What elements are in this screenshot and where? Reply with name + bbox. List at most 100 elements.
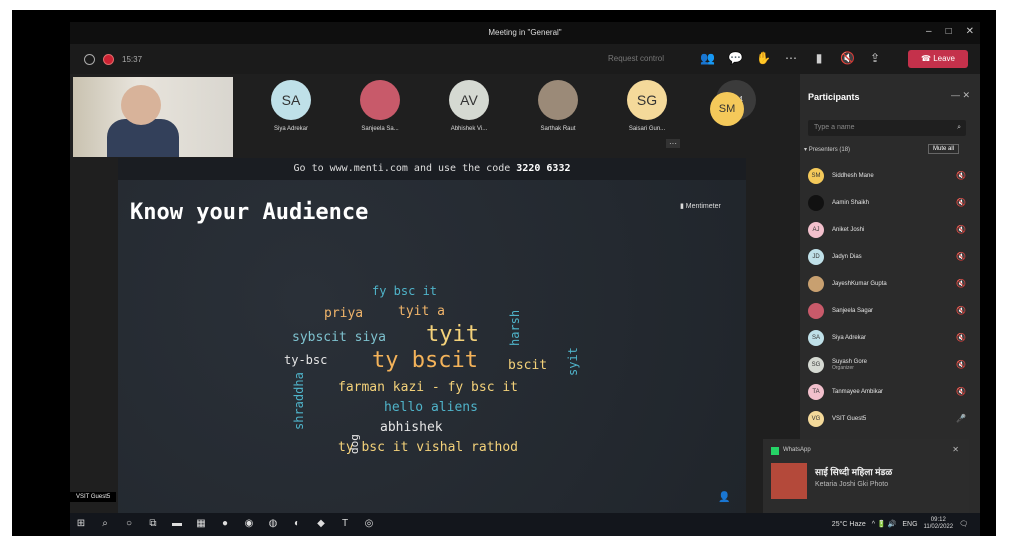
participant-row-text: Tanmayee Ambikar [832,389,883,395]
word-cloud-word: hello aliens [384,400,478,415]
participant-row-name: Suyash Gore [832,358,868,365]
title-bar: Meeting in "General" – □ ✕ [70,22,980,44]
mic-icon[interactable]: 🔇 [956,279,966,288]
toast-title: साई सिध्दी महिला मंडळ [815,467,893,477]
mic-icon[interactable]: 🔇 [956,387,966,396]
tray-icons[interactable]: ^ 🔋 🔊 [872,520,897,528]
more-options-icon[interactable]: ⋯ [784,51,798,65]
word-cloud-word: farman kazi - fy bsc it [338,380,519,395]
brand-label: Mentimeter [685,203,721,210]
raise-hand-icon[interactable]: ✋ [756,51,771,65]
presenters-label: Presenters (18) [808,147,851,153]
word-cloud-word: tyit [426,322,479,347]
mic-off-icon[interactable]: 🔇 [840,51,855,65]
clock[interactable]: 09:12 11/02/2022 [924,517,954,531]
participant-avatar [538,80,578,120]
participant-row-avatar: SM [808,167,824,184]
participant-tile[interactable]: SA Siya Adrekar [255,80,327,132]
app-icon-3[interactable]: ◎ [362,517,376,531]
close-icon[interactable]: ✕ [966,26,974,37]
participant-row[interactable]: JayeshKumar Gupta 🔇 [808,270,974,297]
participant-row[interactable]: SA Siya Adrekar 🔇 [808,324,974,351]
mic-icon[interactable]: 🎤 [956,414,966,423]
participant-row[interactable]: TA Tanmayee Ambikar 🔇 [808,378,974,405]
word-cloud-word: ty bsc it vishal rathod [338,440,519,455]
strip-more-icon[interactable]: ··· [666,139,680,148]
camera-off-icon[interactable]: ▮ [812,51,826,65]
participant-tile[interactable]: Sarthak Raut [522,80,594,132]
store-icon[interactable]: ▦ [194,517,208,531]
participant-row[interactable]: JD Jadyn Dias 🔇 [808,243,974,270]
people-icon[interactable]: 👥 [700,51,715,65]
leave-button[interactable]: ☎ Leave [908,50,968,68]
whatsapp-notification[interactable]: WhatsApp ✕ साई सिध्दी महिला मंडळ Ketaria… [763,439,969,513]
participant-row-name: Tanmayee Ambikar [832,388,884,395]
teams-icon[interactable]: T [338,517,352,531]
teams-window: Meeting in "General" – □ ✕ 15:37 Request… [70,22,980,513]
weather-text[interactable]: 25°C Haze [832,521,866,528]
notification-icon[interactable]: 🗨 [959,520,968,528]
word-cloud-word: dog [348,434,361,454]
start-icon[interactable]: ⊞ [74,517,88,531]
task-view-icon[interactable]: ⧉ [146,517,160,531]
whatsapp-icon [771,447,779,455]
mic-icon[interactable]: 🔇 [956,225,966,234]
participant-row-text: VSIT Guest5 [832,416,866,422]
share-icon[interactable]: ⇪ [868,51,882,65]
presenter-video[interactable] [73,77,233,157]
word-cloud-word: harsh [508,309,522,346]
shared-presentation: Go to www.menti.com and use the code 322… [118,158,746,513]
explorer-icon[interactable]: ▬ [170,517,184,531]
mic-icon[interactable]: 🔇 [956,198,966,207]
participant-name: Sanjeela Sa... [361,126,399,132]
participant-tile[interactable]: Sanjeela Sa... [344,80,416,132]
participant-search-input[interactable]: Type a name ⌕ [808,120,966,136]
language[interactable]: ENG [902,521,917,528]
participant-row-name: VSIT Guest5 [832,415,867,422]
edge-icon[interactable]: ◐ [290,517,304,531]
participant-row[interactable]: AJ Aniket Joshi 🔇 [808,216,974,243]
participant-row-name: Jadyn Dias [832,253,862,260]
participant-row[interactable]: VG VSIT Guest5 🎤 [808,405,974,432]
minimize-icon[interactable]: – [926,26,932,37]
toast-close-icon[interactable]: ✕ [952,445,959,454]
participant-row-avatar [808,275,824,292]
participant-row-name: Siya Adrekar [832,334,867,341]
spotlight-avatar[interactable]: SM [710,92,744,126]
mic-icon[interactable]: 🔇 [956,360,966,369]
participant-row-role: Organizer [832,364,854,371]
app-icon-2[interactable]: ◆ [314,517,328,531]
participant-row[interactable]: Aamin Shaikh 🔇 [808,189,974,216]
chat-icon[interactable]: 💬 [728,51,743,65]
participant-row-name: Aamin Shaikh [832,199,870,206]
mute-all-button[interactable]: Mute all [928,144,960,154]
maximize-icon[interactable]: □ [946,26,952,37]
participant-row[interactable]: Sanjeela Sagar 🔇 [808,297,974,324]
presenters-header[interactable]: ▾ Presenters (18) [804,146,850,153]
request-control-button[interactable]: Request control [608,54,664,63]
mic-icon[interactable]: 🔇 [956,252,966,261]
participant-row-avatar [808,194,824,211]
participant-row-text: Siya Adrekar [832,335,866,341]
participant-row-name: Siddhesh Mane [832,172,874,179]
word-cloud-word: syit [566,347,580,376]
mic-icon[interactable]: 🔇 [956,306,966,315]
participant-row-name: JayeshKumar Gupta [832,280,887,287]
app-icon-1[interactable]: ● [218,517,232,531]
audience-icon: 👤 [718,492,731,503]
chrome-icon[interactable]: ◍ [266,517,280,531]
participant-row[interactable]: SG Suyash Gore Organizer 🔇 [808,351,974,378]
mic-icon[interactable]: 🔇 [956,171,966,180]
panel-close-icon[interactable]: — ✕ [951,90,970,101]
cortana-icon[interactable]: ○ [122,517,136,531]
window-title: Meeting in "General" [488,28,562,37]
participant-tile[interactable]: AV Abhishek Vi... [433,80,505,132]
search-taskbar-icon[interactable]: ⌕ [98,517,112,531]
participant-row[interactable]: SM Siddhesh Mane 🔇 [808,162,974,189]
participant-row-text: Aamin Shaikh [832,200,869,206]
word-cloud-word: ty bscit [372,348,478,373]
opera-icon[interactable]: ◉ [242,517,256,531]
mic-icon[interactable]: 🔇 [956,333,966,342]
participant-tile[interactable]: SG Saisari Gun... [611,80,683,132]
search-icon[interactable]: ⌕ [957,120,961,136]
